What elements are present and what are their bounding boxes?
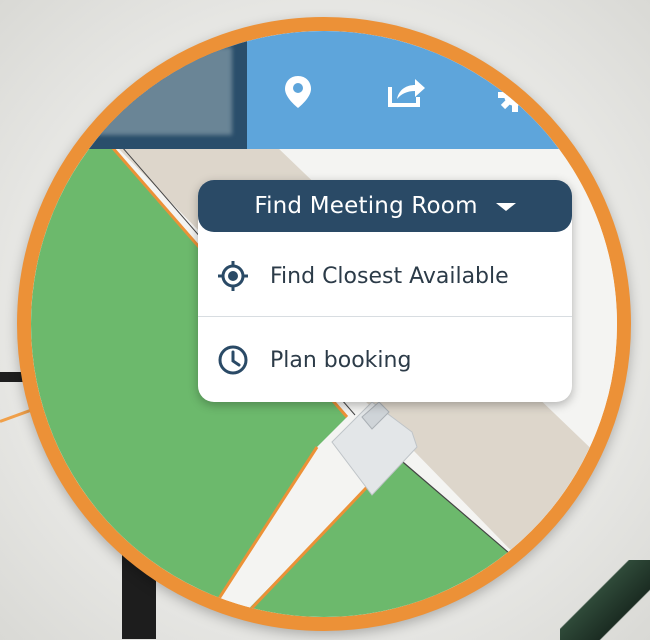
toolbar-logo-area bbox=[97, 47, 232, 135]
chevron-down-icon bbox=[495, 203, 516, 211]
find-meeting-room-dropdown: Find Meeting Room Find Closest Available… bbox=[198, 180, 572, 402]
dropdown-title: Find Meeting Room bbox=[254, 193, 478, 219]
menu-item-label: Plan booking bbox=[270, 347, 412, 373]
location-pin-icon[interactable] bbox=[284, 75, 324, 115]
menu-item-label: Find Closest Available bbox=[270, 263, 509, 289]
clock-icon bbox=[216, 343, 250, 377]
dropdown-toggle[interactable]: Find Meeting Room bbox=[198, 180, 572, 232]
app-toolbar bbox=[31, 31, 617, 149]
menu-item-plan-booking[interactable]: Plan booking bbox=[198, 320, 572, 400]
target-icon bbox=[216, 259, 250, 293]
gear-icon[interactable] bbox=[495, 75, 535, 115]
menu-item-find-closest[interactable]: Find Closest Available bbox=[198, 236, 572, 316]
menu-divider bbox=[198, 316, 572, 317]
share-icon[interactable] bbox=[387, 75, 427, 115]
